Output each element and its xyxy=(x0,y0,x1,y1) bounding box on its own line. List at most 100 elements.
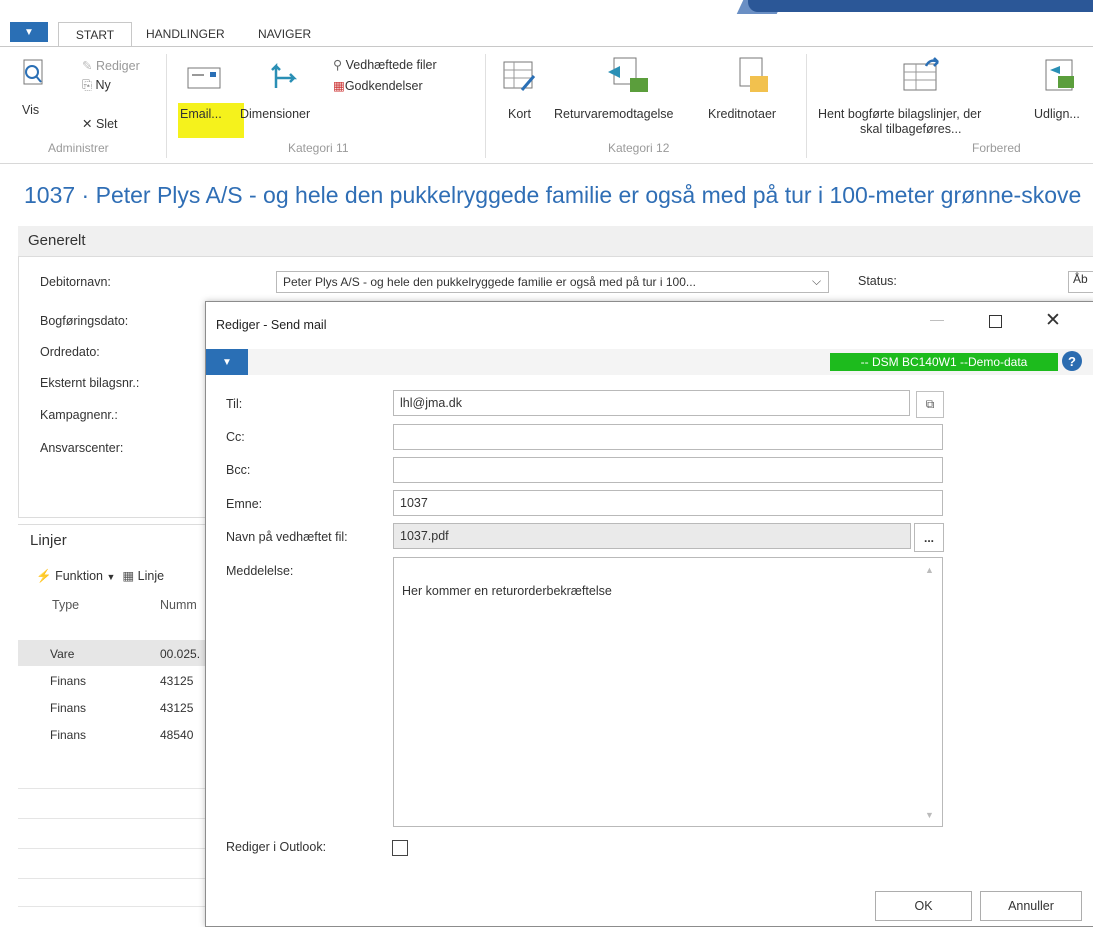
table-row[interactable]: Finans 48540 xyxy=(18,721,208,747)
close-icon[interactable]: ✕ xyxy=(1045,309,1061,332)
email-button[interactable]: Email... xyxy=(180,107,222,121)
row-nummer: 00.025. xyxy=(160,647,201,661)
hent-bogfoerte-icon[interactable] xyxy=(900,56,944,94)
row-divider xyxy=(18,788,208,789)
vedhaeftede-label: Vedhæftede filer xyxy=(345,58,437,72)
maximize-icon[interactable] xyxy=(989,315,1002,328)
debitornavn-select[interactable]: Peter Plys A/S - og hele den pukkelrygge… xyxy=(276,271,829,293)
slet-label: Slet xyxy=(95,117,118,131)
status-field[interactable]: Åb xyxy=(1068,271,1093,293)
attachment-label: Navn på vedhæftet fil: xyxy=(226,530,348,544)
app-menu-dropdown-button[interactable]: ▼ xyxy=(10,22,48,42)
dimensioner-button[interactable]: Dimensioner xyxy=(240,107,310,121)
row-type: Vare xyxy=(50,647,75,661)
scroll-up-icon[interactable]: ▲ xyxy=(925,565,934,575)
general-section-header[interactable] xyxy=(18,226,1093,257)
emne-field[interactable]: 1037 xyxy=(393,490,943,516)
scroll-down-icon[interactable]: ▼ xyxy=(925,810,934,820)
cc-field[interactable] xyxy=(393,424,943,450)
vis-icon[interactable] xyxy=(22,58,48,96)
ny-label: Ny xyxy=(95,78,111,92)
row-type: Finans xyxy=(50,701,87,715)
funktion-menu-button[interactable]: ⚡ Funktion ▼ ▦ Linje xyxy=(36,568,164,584)
row-divider xyxy=(18,848,208,849)
message-textarea[interactable]: Her kommer en returorderbekræftelse xyxy=(393,557,943,827)
chevron-down-icon[interactable]: ⌵ xyxy=(812,274,821,289)
group-label-administrer: Administrer xyxy=(48,141,109,155)
row-nummer: 48540 xyxy=(160,728,194,742)
delete-icon: ✕ xyxy=(82,117,93,131)
cc-label: Cc: xyxy=(226,430,245,444)
godkendelser-button[interactable]: ▦Godkendelser xyxy=(333,78,423,93)
bcc-field[interactable] xyxy=(393,457,943,483)
row-divider xyxy=(18,878,208,879)
attachment-field[interactable]: 1037.pdf xyxy=(393,523,911,549)
returvaremodtagelse-button[interactable]: Returvaremodtagelse xyxy=(554,107,674,121)
emne-label: Emne: xyxy=(226,497,263,511)
grid-icon: ▦ xyxy=(122,569,135,583)
bogfoeringsdato-label: Bogføringsdato: xyxy=(40,314,129,328)
ok-button[interactable]: OK xyxy=(875,891,972,921)
group-label-kategori12: Kategori 12 xyxy=(608,141,670,155)
slet-button[interactable]: ✕ Slet xyxy=(82,116,118,131)
vis-button[interactable]: Vis xyxy=(22,103,39,117)
browse-attachment-button[interactable]: ... xyxy=(914,523,944,552)
table-row[interactable]: Vare 00.025. xyxy=(18,640,208,666)
tab-handlinger[interactable]: HANDLINGER xyxy=(146,22,225,46)
row-divider xyxy=(18,818,208,819)
hent-bogfoerte-button-line2[interactable]: skal tilbageføres... xyxy=(860,122,961,136)
funktion-label: Funktion xyxy=(55,569,104,583)
paperclip-icon: ⚲ xyxy=(333,58,343,72)
kort-icon[interactable] xyxy=(502,60,538,96)
general-section-title: Generelt xyxy=(28,232,86,249)
row-nummer: 43125 xyxy=(160,674,194,688)
lightning-icon: ⚡ xyxy=(36,569,52,583)
ansvarscenter-label: Ansvarscenter: xyxy=(40,441,124,455)
approvals-icon: ▦ xyxy=(333,79,345,93)
dialog-menu-dropdown-button[interactable]: ▼ xyxy=(206,349,248,375)
divider xyxy=(18,524,208,525)
row-divider xyxy=(18,906,208,907)
pencil-icon: ✎ xyxy=(82,59,93,73)
godkendelser-label: Godkendelser xyxy=(344,79,423,93)
vedhaeftede-filer-button[interactable]: ⚲ Vedhæftede filer xyxy=(333,57,437,72)
company-badge: -- DSM BC140W1 --Demo-data xyxy=(830,353,1058,371)
table-row[interactable]: Finans 43125 xyxy=(18,694,208,720)
status-label: Status: xyxy=(858,274,897,288)
help-icon[interactable]: ? xyxy=(1062,351,1082,371)
tab-start[interactable]: START xyxy=(58,22,132,48)
address-book-icon[interactable]: ⧉ xyxy=(916,391,944,418)
cancel-button[interactable]: Annuller xyxy=(980,891,1082,921)
kreditnotaer-button[interactable]: Kreditnotaer xyxy=(708,107,776,121)
column-header-type[interactable]: Type xyxy=(52,598,79,612)
rediger-label: Rediger xyxy=(95,59,140,73)
outlook-label: Rediger i Outlook: xyxy=(226,840,327,854)
table-row[interactable]: Finans 43125 xyxy=(18,667,208,693)
outlook-checkbox[interactable] xyxy=(392,840,408,856)
kampagnenr-label: Kampagnenr.: xyxy=(40,408,118,422)
ribbon-separator xyxy=(806,54,807,158)
udlign-button[interactable]: Udlign... xyxy=(1034,107,1080,121)
bcc-label: Bcc: xyxy=(226,463,251,477)
row-nummer: 43125 xyxy=(160,701,194,715)
message-label: Meddelelse: xyxy=(226,564,294,578)
minimize-icon[interactable]: — xyxy=(930,311,944,327)
tab-naviger[interactable]: NAVIGER xyxy=(258,22,311,46)
kort-button[interactable]: Kort xyxy=(508,107,531,121)
ny-button[interactable]: ⎘ Ny xyxy=(82,78,111,93)
chevron-down-icon: ▼ xyxy=(106,572,116,582)
group-label-kategori11: Kategori 11 xyxy=(288,141,349,155)
ribbon-separator xyxy=(485,54,486,158)
returvaremodtagelse-icon[interactable] xyxy=(606,56,650,96)
udlign-icon[interactable] xyxy=(1040,56,1080,96)
rediger-button[interactable]: ✎ Rediger xyxy=(82,58,140,73)
til-field[interactable]: lhl@jma.dk xyxy=(393,390,910,416)
til-label: Til: xyxy=(226,397,243,411)
column-header-nummer[interactable]: Numm xyxy=(160,598,197,612)
hent-bogfoerte-button[interactable]: Hent bogførte bilagslinjer, der xyxy=(818,107,981,121)
lines-section-title: Linjer xyxy=(30,532,67,549)
email-icon[interactable] xyxy=(186,64,224,92)
new-document-icon: ⎘ xyxy=(82,78,93,92)
dimensioner-icon[interactable] xyxy=(266,58,302,92)
kreditnotaer-icon[interactable] xyxy=(736,56,772,96)
